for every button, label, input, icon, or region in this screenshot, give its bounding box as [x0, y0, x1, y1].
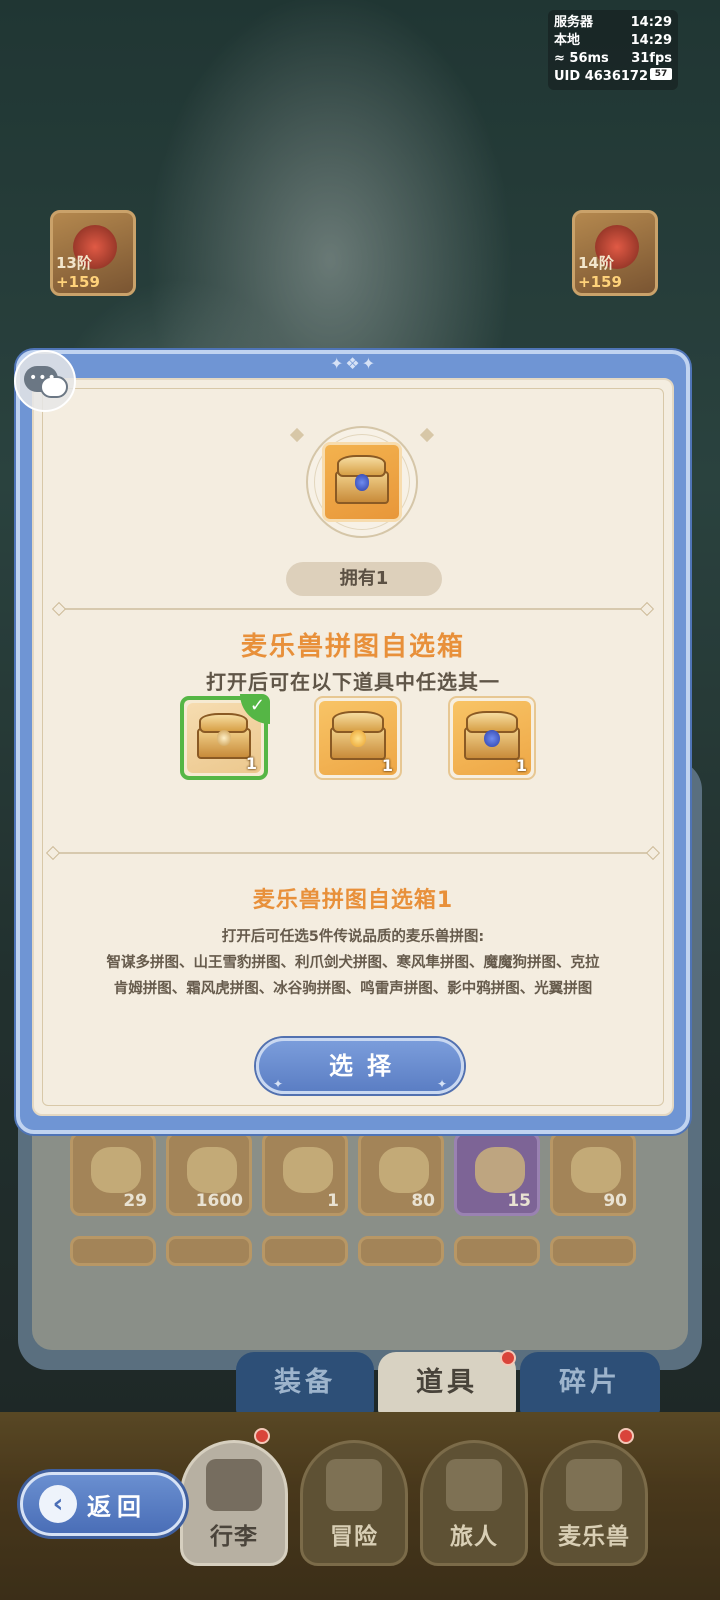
divider [54, 852, 652, 854]
bag-item[interactable] [70, 1236, 156, 1266]
nav-item-beasts[interactable]: 麦乐兽 [540, 1440, 648, 1566]
wifi-icon: ≈ 56ms [554, 51, 609, 66]
dialog-subtitle: 打开后可在以下道具中任选其一 [206, 670, 500, 694]
battery-icon: 57 [650, 68, 672, 80]
ornament-icon: ✦❖✦ [330, 354, 378, 373]
select-button[interactable]: ✦ 选择 ✦ [256, 1038, 464, 1094]
nav-item-travelers[interactable]: 旅人 [420, 1440, 528, 1566]
bell-chest-icon [329, 711, 387, 761]
equipment-level: 13阶+159 [56, 254, 100, 291]
notification-dot [618, 1428, 634, 1444]
dialog-body: 拥有1 麦乐兽拼图自选箱 打开后可在以下道具中任选其一 1 ✓ 1 1 麦乐兽拼… [32, 378, 674, 1116]
item-select-dialog: ✦❖✦ 拥有1 麦乐兽拼图自选箱 打开后可在以下道具中任选其一 1 ✓ 1 1 … [16, 350, 690, 1134]
equipment-slot-weapon[interactable]: 13阶+159 [50, 210, 136, 296]
harp-chest-icon [197, 712, 251, 759]
detail-title: 麦乐兽拼图自选箱1 [252, 888, 454, 913]
owned-count-badge: 拥有1 [286, 562, 442, 596]
bag-item[interactable]: 1 [262, 1132, 348, 1216]
detail-description: 打开后可任选5件传说品质的麦乐兽拼图: 智谋多拼图、山王雪豹拼图、利爪剑犬拼图、… [106, 929, 600, 997]
status-hud: 服务器 14:29 本地 14:29 ≈ 56ms 31fps UID 4636172… [548, 10, 678, 90]
bag-item[interactable] [262, 1236, 348, 1266]
chat-button[interactable]: ••• [14, 350, 76, 412]
beast-icon [566, 1459, 622, 1511]
bag-item[interactable] [166, 1236, 252, 1266]
luggage-icon [206, 1459, 262, 1511]
notification-dot [254, 1428, 270, 1444]
featured-item-frame [306, 426, 418, 538]
tab-equipment[interactable]: 装备 [236, 1352, 374, 1414]
dialog-title: 麦乐兽拼图自选箱 [240, 632, 465, 662]
notification-dot [500, 1350, 516, 1366]
traveler-icon [446, 1459, 502, 1511]
bag-item[interactable]: 90 [550, 1132, 636, 1216]
bag-item[interactable]: 1600 [166, 1132, 252, 1216]
bag-item[interactable]: 15 [454, 1132, 540, 1216]
equipment-slot-helmet[interactable]: 14阶+159 [572, 210, 658, 296]
gem-chest-icon [463, 711, 521, 761]
divider [60, 608, 646, 610]
bag-item[interactable] [454, 1236, 540, 1266]
bag-item[interactable] [358, 1236, 444, 1266]
equipment-level: 14阶+159 [578, 254, 622, 291]
tab-fragments[interactable]: 碎片 [520, 1352, 660, 1414]
bag-item[interactable]: 80 [358, 1132, 444, 1216]
nav-item-adventure[interactable]: 冒险 [300, 1440, 408, 1566]
choice-option-2[interactable]: 1 [314, 696, 402, 780]
bag-item[interactable] [550, 1236, 636, 1266]
choice-option-3[interactable]: 1 [448, 696, 536, 780]
choice-option-1[interactable]: 1 ✓ [180, 694, 270, 780]
selector-chest-icon [322, 442, 402, 522]
nav-item-luggage[interactable]: 行李 [180, 1440, 288, 1566]
tab-items[interactable]: 道具 [378, 1352, 516, 1414]
back-arrow-icon: ‹ [39, 1485, 77, 1523]
crossed-swords-icon [326, 1459, 382, 1511]
bag-item[interactable]: 29 [70, 1132, 156, 1216]
back-button[interactable]: ‹ 返回 [20, 1472, 186, 1536]
